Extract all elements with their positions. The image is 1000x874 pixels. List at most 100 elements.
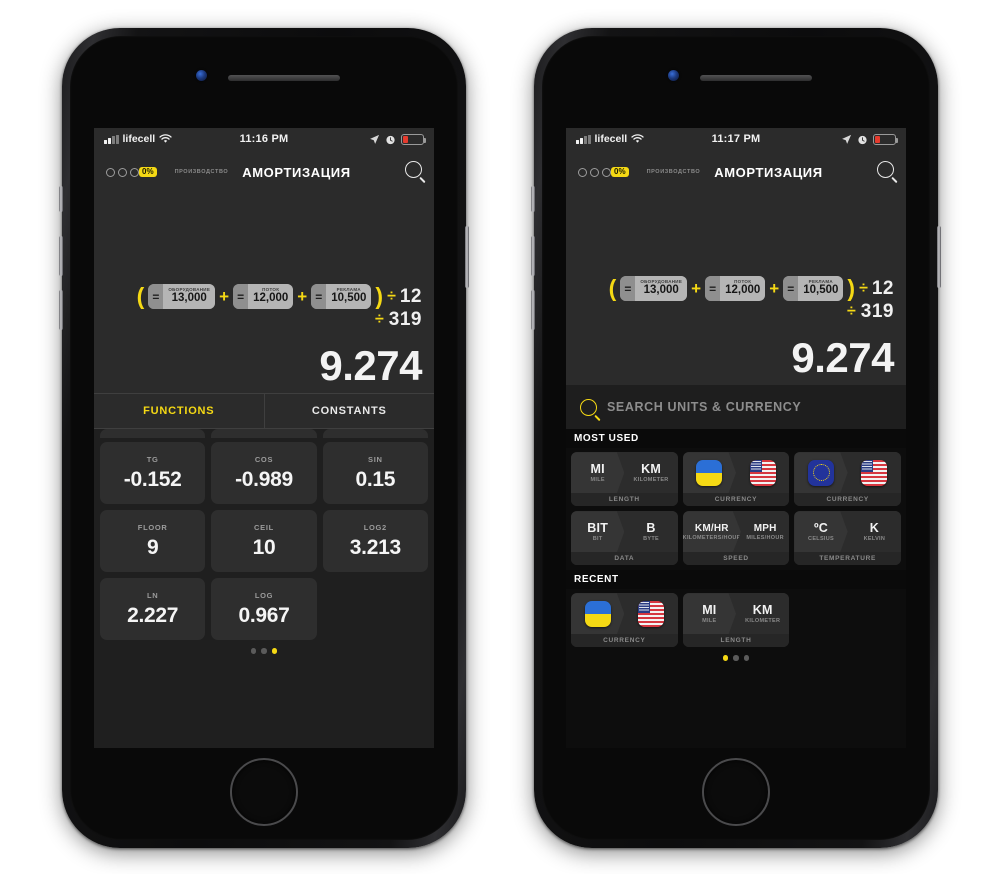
function-card-tg[interactable]: TG -0.152 — [100, 442, 206, 505]
function-card-log2[interactable]: LOG2 3.213 — [322, 510, 428, 573]
divide-value-2[interactable]: 319 — [389, 309, 422, 331]
function-card-ceil[interactable]: CEIL 10 — [211, 510, 317, 573]
page-dot-3[interactable] — [743, 655, 750, 661]
function-value-log2: 3.213 — [349, 535, 401, 559]
page-indicator-dots-nav-right[interactable]: 0% — [578, 167, 629, 177]
unit-card-length[interactable]: MI MILE KM KILOMETER LENGTH — [571, 452, 678, 507]
result-value-right: 9.274 — [791, 334, 894, 382]
functions-row-peek[interactable] — [100, 429, 428, 439]
page-indicator-dots-nav-left[interactable]: 0% — [106, 167, 157, 177]
ring-switch-left[interactable] — [59, 186, 63, 212]
term-pill-2[interactable]: = ПОТОК 12,000 — [705, 276, 766, 302]
function-card-peek-1[interactable] — [100, 429, 206, 439]
function-value-ln: 2.227 — [127, 603, 179, 627]
section-header-recent: RECENT — [566, 570, 906, 590]
page-dot-2[interactable] — [733, 655, 739, 661]
percent-badge[interactable]: 0% — [611, 167, 629, 177]
unit-abbr-mph: MPH — [753, 522, 777, 534]
term-body-1: ОБОРУДОВАНИЕ 13,000 — [163, 284, 216, 310]
page-indicator-right[interactable] — [566, 652, 906, 666]
page-dot-1[interactable] — [250, 648, 257, 654]
battery-low-icon — [873, 133, 898, 145]
volume-down-button-left[interactable] — [59, 290, 63, 330]
nav-dot-3-icon — [130, 167, 139, 177]
unit-from-uah — [682, 452, 737, 494]
unit-pair-temperature: ºC CELSIUS K KELVIN — [794, 511, 902, 553]
divide-value-1[interactable]: 12 — [872, 278, 894, 300]
divide-symbol-1: ÷ — [859, 279, 868, 297]
percent-badge[interactable]: 0% — [139, 167, 157, 177]
recent-from-mile: MI MILE — [682, 593, 737, 635]
term-pill-1[interactable]: = ОБОРУДОВАНИЕ 13,000 — [148, 284, 216, 310]
equals-sign-1: = — [148, 284, 164, 310]
volume-up-button-left[interactable] — [59, 236, 63, 276]
equals-sign-2: = — [233, 284, 249, 310]
ukraine-flag-icon — [584, 600, 611, 627]
function-card-cos[interactable]: COS -0.989 — [211, 442, 317, 505]
term-body-1: ОБОРУДОВАНИЕ 13,000 — [635, 276, 688, 302]
search-button-left[interactable] — [405, 161, 422, 183]
nav-subtitle: ПРОИЗВОДСТВО — [646, 169, 701, 175]
ring-switch-right[interactable] — [531, 186, 535, 212]
volume-up-button-right[interactable] — [531, 236, 535, 276]
recent-row-1: CURRENCY MI MILE KM KILOMETER LENGTH — [571, 593, 901, 648]
equals-sign-2: = — [705, 276, 721, 302]
page-dot-3-active[interactable] — [271, 648, 278, 654]
home-button-right[interactable] — [702, 758, 770, 826]
search-button-right[interactable] — [877, 161, 894, 183]
close-paren: ) — [375, 283, 384, 310]
function-card-peek-3[interactable] — [322, 429, 428, 439]
battery-low-icon — [401, 133, 426, 145]
function-value-sin: 0.15 — [355, 467, 396, 491]
unit-card-currency-eur-usd[interactable]: CURRENCY — [794, 452, 902, 507]
unit-card-currency-uah-usd[interactable]: CURRENCY — [682, 452, 790, 507]
power-button-left[interactable] — [465, 226, 469, 288]
unit-name-byte: BYTE — [643, 536, 659, 543]
search-bar-right[interactable]: SEARCH UNITS & CURRENCY — [566, 385, 906, 430]
front-camera-icon-left — [196, 70, 207, 81]
term-pill-1[interactable]: = ОБОРУДОВАНИЕ 13,000 — [620, 276, 688, 302]
tab-constants[interactable]: CONSTANTS — [263, 394, 435, 429]
page-dot-2[interactable] — [261, 648, 267, 654]
function-label-sin: SIN — [368, 454, 383, 464]
function-card-log[interactable]: LOG 0.967 — [211, 578, 317, 641]
unit-to-usd — [736, 452, 790, 494]
function-card-ln[interactable]: LN 2.227 — [100, 578, 206, 641]
unit-abbr-kelvin: K — [869, 521, 879, 536]
search-input[interactable]: SEARCH UNITS & CURRENCY — [607, 400, 801, 414]
formula-row-2-left[interactable]: ÷ 319 — [106, 309, 422, 331]
unit-card-data[interactable]: BIT BIT B BYTE DATA — [571, 511, 678, 566]
term-pill-3[interactable]: = РЕКЛАМА 10,500 — [311, 284, 372, 310]
alarm-clock-icon — [386, 135, 395, 144]
recent-card-currency[interactable]: CURRENCY — [571, 593, 678, 648]
formula-row-left[interactable]: ( = ОБОРУДОВАНИЕ 13,000 + = ПОТОК 12,000… — [106, 283, 422, 310]
divide-value-2[interactable]: 319 — [861, 301, 894, 323]
eu-flag-icon — [808, 459, 835, 486]
unit-pair-data: BIT BIT B BYTE — [571, 511, 678, 553]
status-bar-left-group-right: lifecell — [576, 133, 712, 145]
power-button-right[interactable] — [937, 226, 941, 288]
volume-down-button-right[interactable] — [531, 290, 535, 330]
usa-flag-icon — [749, 459, 776, 486]
home-button-left[interactable] — [230, 758, 298, 826]
term-pill-2[interactable]: = ПОТОК 12,000 — [233, 284, 294, 310]
divide-value-1[interactable]: 12 — [400, 286, 422, 308]
function-card-floor[interactable]: FLOOR 9 — [100, 510, 206, 573]
page-indicator-left[interactable] — [100, 646, 428, 654]
carrier-label: lifecell — [122, 133, 156, 145]
functions-grid-left[interactable]: TG -0.152 COS -0.989 SIN 0.15 FLOOR 9 CE… — [94, 429, 434, 748]
unit-name-celsius: CELSIUS — [808, 536, 834, 543]
recent-card-length[interactable]: MI MILE KM KILOMETER LENGTH — [682, 593, 790, 648]
page-dot-1-active[interactable] — [722, 655, 729, 661]
term-pill-3[interactable]: = РЕКЛАМА 10,500 — [783, 276, 844, 302]
status-bar-time: 11:16 PM — [239, 133, 289, 145]
unit-card-temperature[interactable]: ºC CELSIUS K KELVIN TEMPERATURE — [794, 511, 902, 566]
function-card-peek-2[interactable] — [211, 429, 317, 439]
tab-functions[interactable]: FUNCTIONS — [94, 394, 264, 428]
unit-card-speed[interactable]: KM/HR KILOMETERS/HOUR MPH MILES/HOUR SPE… — [682, 511, 790, 566]
function-card-sin[interactable]: SIN 0.15 — [322, 442, 428, 505]
unit-pair-currency-2 — [794, 452, 902, 494]
formula-row-2-right[interactable]: ÷ 319 — [578, 301, 894, 323]
search-icon — [580, 398, 597, 416]
formula-row-right[interactable]: ( = ОБОРУДОВАНИЕ 13,000 + = ПОТОК 12,000… — [578, 276, 894, 302]
